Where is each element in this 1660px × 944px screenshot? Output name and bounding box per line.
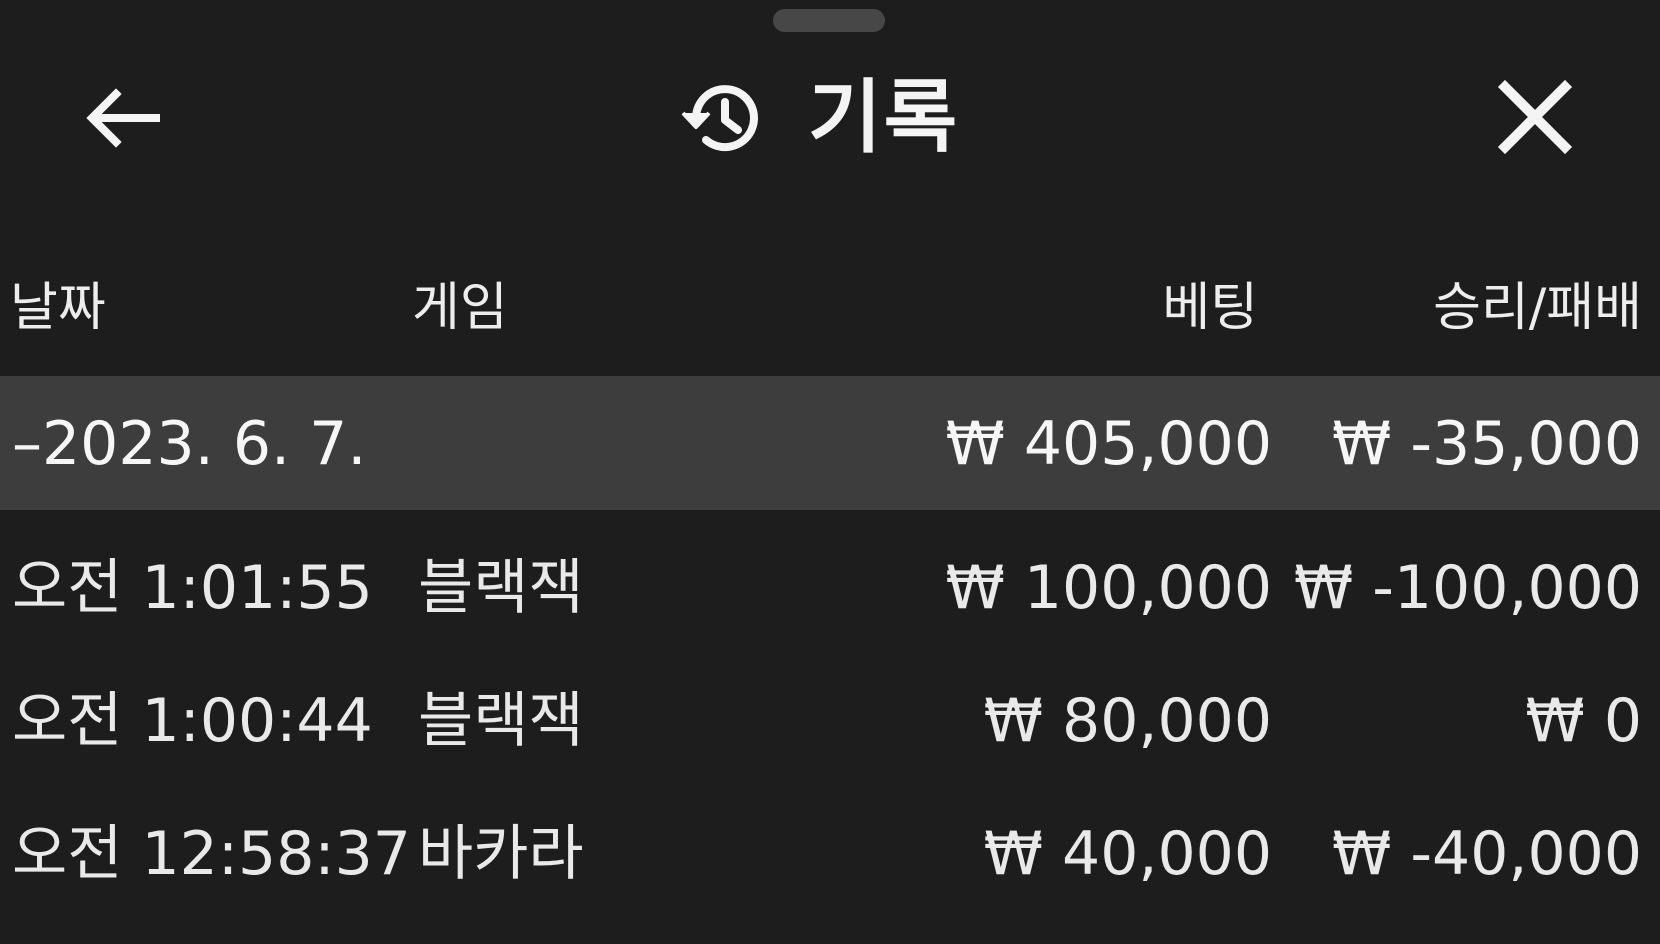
column-header-result[interactable]: 승리/패배 bbox=[1433, 282, 1642, 334]
close-button[interactable] bbox=[1490, 72, 1580, 162]
row-game: 블랙잭 bbox=[418, 686, 584, 756]
row-time: 오전 12:58:37 bbox=[12, 819, 411, 889]
column-header-game[interactable]: 게임 bbox=[412, 282, 508, 334]
group-result-total: ₩ -35,000 bbox=[1332, 409, 1642, 479]
group-date: –2023. 6. 7. bbox=[12, 409, 367, 479]
row-bet: ₩ 100,000 bbox=[945, 553, 1272, 623]
history-sheet: 기록 날짜 게임 베팅 승리/패배 –2023. 6. 7. ₩ 405,000… bbox=[0, 0, 1660, 944]
row-bet: ₩ 40,000 bbox=[983, 819, 1272, 889]
table-row[interactable]: 오전 1:00:44 블랙잭 ₩ 80,000 ₩ 0 bbox=[0, 673, 1660, 803]
history-icon bbox=[681, 85, 758, 152]
row-result: ₩ 0 bbox=[1525, 686, 1642, 756]
title-text: 기록 bbox=[808, 71, 960, 164]
row-game: 블랙잭 bbox=[418, 553, 584, 623]
date-group-row[interactable]: –2023. 6. 7. ₩ 405,000 ₩ -35,000 bbox=[0, 376, 1660, 510]
row-result: ₩ -100,000 bbox=[1293, 553, 1642, 623]
row-time: 오전 1:00:44 bbox=[12, 686, 373, 756]
table-row[interactable]: 오전 1:01:55 블랙잭 ₩ 100,000 ₩ -100,000 bbox=[0, 540, 1660, 670]
row-time: 오전 1:01:55 bbox=[12, 553, 373, 623]
arrow-left-icon bbox=[86, 88, 160, 148]
drag-handle[interactable] bbox=[773, 9, 885, 32]
group-bet-total: ₩ 405,000 bbox=[945, 409, 1272, 479]
row-game: 바카라 bbox=[418, 819, 584, 889]
close-icon bbox=[1497, 79, 1573, 155]
page-title: 기록 bbox=[680, 68, 959, 168]
column-header-bet[interactable]: 베팅 bbox=[1162, 282, 1258, 334]
table-row[interactable]: 오전 12:58:37 바카라 ₩ 40,000 ₩ -40,000 bbox=[0, 806, 1660, 936]
row-result: ₩ -40,000 bbox=[1332, 819, 1642, 889]
row-bet: ₩ 80,000 bbox=[983, 686, 1272, 756]
column-header-date[interactable]: 날짜 bbox=[10, 282, 106, 334]
back-button[interactable] bbox=[78, 78, 168, 158]
